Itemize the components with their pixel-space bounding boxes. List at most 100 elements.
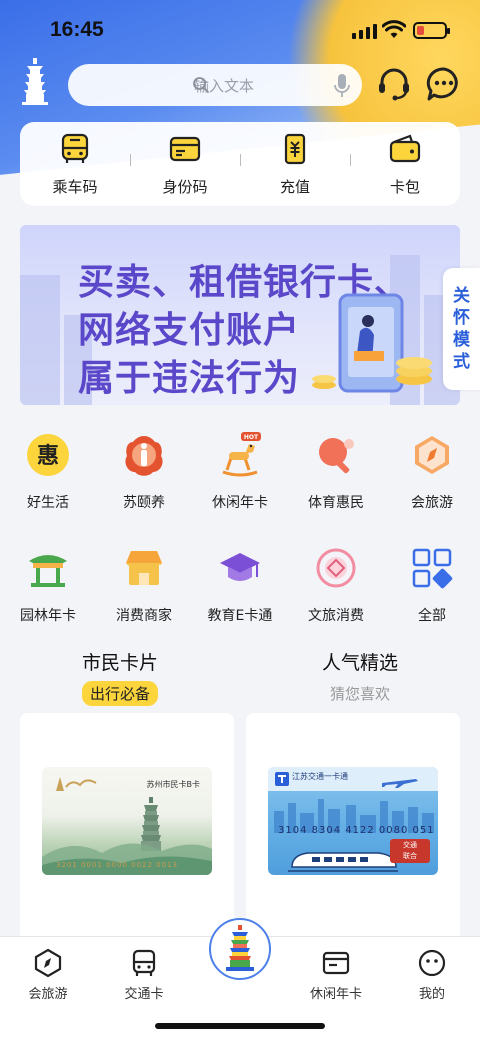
care-mode-label: 关怀模式 bbox=[453, 286, 470, 372]
nav-label: 我的 bbox=[418, 987, 445, 1002]
card-nav-icon bbox=[322, 951, 350, 975]
quick-bus-code-label: 乘车码 bbox=[52, 177, 98, 196]
grid-item-culture-tourism[interactable]: 文旅消费 bbox=[288, 545, 384, 625]
grid-item-label: 会旅游 bbox=[411, 495, 453, 511]
banner-line-3: 属于违法行为 bbox=[78, 357, 301, 398]
service-grid-row-2: 园林年卡 消费商家 教育E卡通 文旅消费 全部 bbox=[0, 545, 480, 625]
grid-item-label: 苏颐养 bbox=[123, 495, 165, 511]
jiangsu-transit-card-tile[interactable]: 江苏交通一卡通 3104 8304 4122 0080 051 交通 联合 bbox=[246, 713, 460, 953]
tab-title: 人气精选 bbox=[321, 652, 398, 674]
badge-line-1: 交通 bbox=[403, 841, 417, 849]
nav-home-center-button[interactable] bbox=[209, 918, 271, 980]
pavilion-icon bbox=[29, 555, 67, 587]
quick-bus-code[interactable]: 乘车码 bbox=[20, 132, 130, 197]
message-icon[interactable] bbox=[424, 64, 464, 104]
eldercare-icon bbox=[125, 436, 163, 476]
grid-item-eldercare[interactable]: 苏颐养 bbox=[96, 432, 192, 512]
microphone-icon[interactable] bbox=[334, 74, 350, 98]
status-bar: 16:45 bbox=[0, 0, 480, 60]
grid-item-label: 体育惠民 bbox=[308, 495, 364, 511]
bus-code-icon bbox=[61, 133, 89, 163]
nav-label: 会旅游 bbox=[28, 987, 68, 1002]
grid-all-icon bbox=[412, 548, 453, 589]
grid-item-merchants[interactable]: 消费商家 bbox=[96, 545, 192, 625]
tab-subtitle: 猜您喜欢 bbox=[329, 685, 390, 703]
battery-icon bbox=[413, 22, 450, 39]
grid-item-label: 消费商家 bbox=[116, 608, 172, 624]
banner-line-2: 网络支付账户 bbox=[78, 309, 301, 350]
pagoda-logo-icon bbox=[22, 58, 48, 105]
signal-icon bbox=[352, 24, 377, 39]
quick-actions-card: 乘车码 身份码 充值 卡包 bbox=[20, 122, 460, 206]
nav-transit-card[interactable]: 交通卡 bbox=[104, 947, 184, 1002]
grid-item-label: 教育E卡通 bbox=[207, 608, 273, 624]
grid-item-label: 园林年卡 bbox=[20, 608, 76, 624]
transit-union-badge: 交通 联合 bbox=[390, 839, 430, 863]
quick-recharge-label: 充值 bbox=[279, 177, 310, 196]
grid-item-education-card[interactable]: 教育E卡通 bbox=[192, 545, 288, 625]
suzhou-logo-icon bbox=[56, 777, 97, 791]
compass-nav-icon bbox=[34, 948, 62, 978]
tab-popular-picks[interactable]: 人气精选 猜您喜欢 bbox=[240, 648, 480, 706]
card-number: 3104 8304 4122 0080 051 bbox=[278, 825, 435, 836]
quick-id-code-label: 身份码 bbox=[162, 177, 208, 196]
grid-item-label: 好生活 bbox=[27, 495, 69, 511]
nav-label: 休闲年卡 bbox=[309, 987, 362, 1002]
grid-item-label: 文旅消费 bbox=[308, 608, 364, 624]
culture-icon bbox=[316, 548, 356, 588]
wifi-icon bbox=[382, 20, 406, 38]
nav-travel[interactable]: 会旅游 bbox=[8, 947, 88, 1002]
quick-wallet-label: 卡包 bbox=[389, 177, 420, 196]
ping-pong-icon bbox=[319, 438, 354, 474]
tiger-hill-pagoda-icon bbox=[226, 925, 254, 971]
phone-illustration-icon bbox=[312, 293, 432, 393]
grid-item-garden-card[interactable]: 园林年卡 bbox=[0, 545, 96, 625]
airplane-icon bbox=[382, 779, 418, 788]
profile-face-icon bbox=[418, 949, 446, 977]
nav-leisure-card[interactable]: 休闲年卡 bbox=[296, 947, 376, 1002]
nav-profile[interactable]: 我的 bbox=[392, 947, 472, 1002]
tab-citizen-cards[interactable]: 市民卡片 出行必备 bbox=[0, 648, 240, 706]
hui-icon: 惠 bbox=[27, 434, 69, 476]
train-icon bbox=[288, 852, 398, 872]
recharge-icon bbox=[284, 133, 306, 164]
grid-item-label: 休闲年卡 bbox=[212, 495, 268, 511]
service-grid-row-1: 惠 好生活 苏颐养 HOT 休闲年卡 体育惠民 会旅游 bbox=[0, 432, 480, 512]
svg-text:惠: 惠 bbox=[37, 444, 59, 469]
wallet-icon bbox=[389, 134, 421, 162]
anti-fraud-banner[interactable]: 买卖、租借银行卡、 网络支付账户 属于违法行为 bbox=[20, 225, 460, 405]
hot-badge: HOT bbox=[244, 434, 259, 441]
grid-item-travel[interactable]: 会旅游 bbox=[384, 432, 480, 512]
tab-subtitle: 出行必备 bbox=[81, 681, 158, 706]
quick-recharge[interactable]: 充值 bbox=[240, 132, 350, 197]
home-indicator bbox=[155, 1023, 325, 1029]
grid-item-label: 全部 bbox=[418, 608, 446, 624]
quick-id-code[interactable]: 身份码 bbox=[130, 132, 240, 197]
grid-item-leisure-card[interactable]: HOT 休闲年卡 bbox=[192, 432, 288, 512]
quick-wallet[interactable]: 卡包 bbox=[350, 132, 460, 197]
bus-nav-icon bbox=[132, 949, 156, 976]
card-number: 3201 0001 0000 0022 0013 bbox=[56, 861, 178, 869]
care-mode-button[interactable]: 关怀模式 bbox=[443, 268, 480, 390]
badge-line-2: 联合 bbox=[403, 852, 417, 860]
transit-logo-icon bbox=[275, 772, 289, 786]
card-title: 苏州市民卡B卡 bbox=[146, 780, 201, 789]
id-card-icon bbox=[169, 136, 201, 161]
grid-item-sports[interactable]: 体育惠民 bbox=[288, 432, 384, 512]
search-input[interactable]: 输入文本 bbox=[68, 64, 362, 106]
transit-card-image: 江苏交通一卡通 3104 8304 4122 0080 051 交通 联合 bbox=[268, 767, 438, 875]
grid-item-good-life[interactable]: 惠 好生活 bbox=[0, 432, 96, 512]
rocking-horse-icon: HOT bbox=[222, 432, 261, 477]
card-title: 江苏交通一卡通 bbox=[292, 772, 348, 781]
graduation-cap-icon bbox=[220, 553, 260, 581]
customer-service-icon[interactable] bbox=[374, 64, 414, 104]
citizen-card-image: 苏州市民卡B卡 3201 0001 0000 0022 0013 bbox=[42, 767, 212, 875]
grid-item-all[interactable]: 全部 bbox=[384, 545, 480, 625]
compass-icon bbox=[415, 436, 449, 474]
citizen-card-b-tile[interactable]: 苏州市民卡B卡 3201 0001 0000 0022 0013 bbox=[20, 713, 234, 953]
search-icon bbox=[193, 77, 209, 93]
nav-label: 交通卡 bbox=[124, 987, 164, 1002]
store-icon bbox=[126, 551, 162, 585]
status-time: 16:45 bbox=[50, 18, 104, 41]
tab-title: 市民卡片 bbox=[81, 652, 158, 674]
